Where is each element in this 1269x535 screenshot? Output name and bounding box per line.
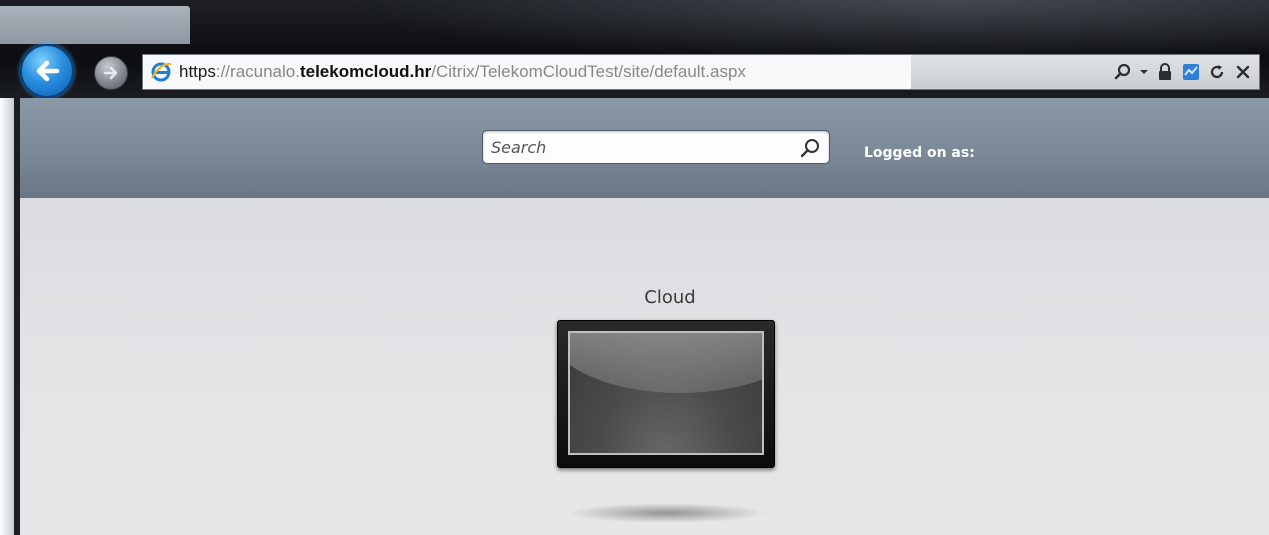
url-field[interactable]: https://racunalo.telekomcloud.hr/Citrix/… [143,55,911,89]
compatibility-view-icon[interactable] [1181,62,1201,82]
url-domain: telekomcloud.hr [299,62,432,81]
search-box [482,130,830,164]
address-tools [1113,55,1253,89]
app-tile-cloud[interactable] [557,320,775,468]
lock-icon[interactable] [1155,62,1175,82]
logged-on-label: Logged on as: [864,145,975,161]
window-edge [0,98,14,535]
search-icon[interactable] [1113,62,1133,82]
browser-tab[interactable] [0,6,190,44]
url-text: https://racunalo.telekomcloud.hr/Citrix/… [179,62,746,82]
url-subdomain: ://racunalo. [215,62,300,81]
app-tile-shadow [567,503,767,523]
chevron-down-icon[interactable] [1139,62,1149,82]
refresh-icon[interactable] [1207,62,1227,82]
url-scheme: https [179,62,216,81]
back-button[interactable] [20,44,74,98]
app-label-cloud[interactable]: Cloud [620,287,720,308]
ie-logo-icon [151,62,172,82]
search-input[interactable] [491,135,781,159]
storefront-header: Logged on as: [20,98,1269,198]
screen-gloss [570,333,762,393]
forward-arrow-icon [103,66,118,80]
desktop-monitor-icon [568,331,764,455]
forward-button[interactable] [94,56,128,90]
address-bar: https://racunalo.telekomcloud.hr/Citrix/… [142,54,1260,90]
search-icon[interactable] [799,137,821,159]
back-arrow-icon [36,60,60,82]
close-icon[interactable] [1233,62,1253,82]
storefront-page: Logged on as: Cloud [14,98,1269,535]
url-path: /Citrix/TelekomCloudTest/site/default.as… [431,62,746,81]
